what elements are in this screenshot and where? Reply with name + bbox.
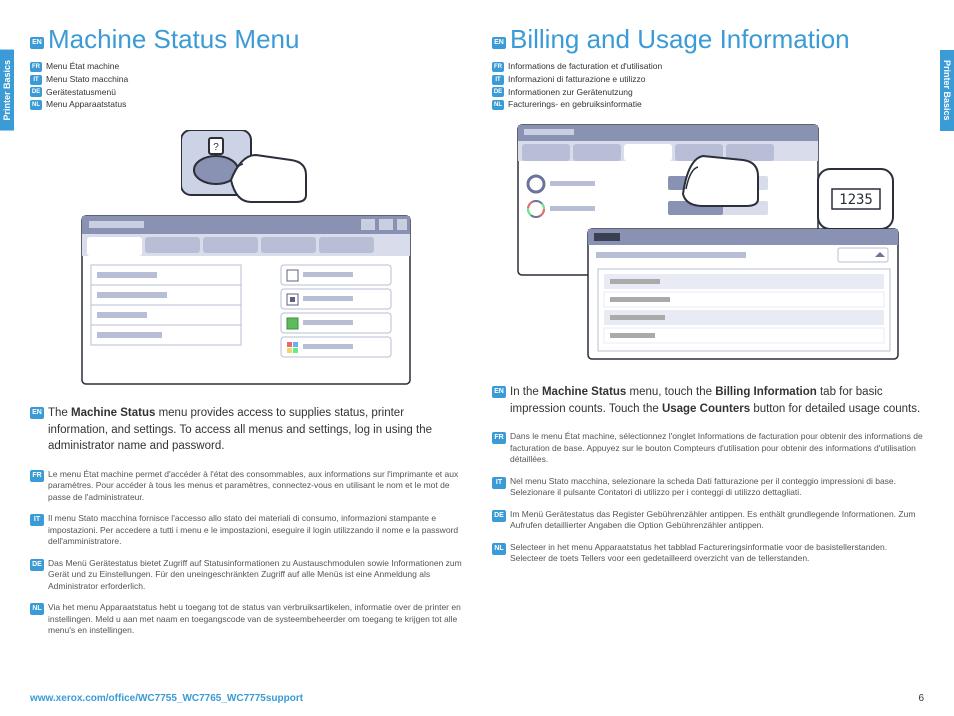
lang-badge: DE bbox=[30, 87, 42, 97]
translation-text: Via het menu Apparaatstatus hebt u toega… bbox=[48, 602, 461, 635]
lang-text: Menu Stato macchina bbox=[46, 74, 128, 84]
translation-text: Selecteer in het menu Apparaatstatus het… bbox=[510, 542, 887, 563]
translation-text: Dans le menu État machine, sélectionnez … bbox=[510, 431, 923, 464]
lang-badge: FR bbox=[492, 62, 504, 72]
footer: www.xerox.com/office/WC7755_WC7765_WC777… bbox=[30, 693, 924, 704]
footer-page-number: 6 bbox=[918, 693, 924, 704]
translation-text: Im Menü Gerätestatus das Register Gebühr… bbox=[510, 509, 915, 530]
side-tab-left: Printer Basics bbox=[0, 50, 14, 131]
lang-text: Informationen zur Gerätenutzung bbox=[508, 87, 633, 97]
bold-text: Machine Status bbox=[542, 386, 626, 398]
title-text: Billing and Usage Information bbox=[510, 24, 850, 54]
translation-text: Das Menü Gerätestatus bietet Zugriff auf… bbox=[48, 558, 462, 591]
lang-badge-en: EN bbox=[30, 37, 44, 49]
screen-mockup-left bbox=[30, 215, 462, 385]
lang-badge: DE bbox=[492, 510, 506, 522]
text: The bbox=[48, 407, 71, 419]
side-tab-right: Printer Basics bbox=[940, 50, 954, 131]
bold-text: Machine Status bbox=[71, 407, 155, 419]
lang-badge: NL bbox=[492, 543, 506, 555]
translation-text: Nel menu Stato macchina, selezionare la … bbox=[510, 476, 896, 497]
lang-badge: IT bbox=[30, 75, 42, 85]
right-column: EN Billing and Usage Information FR Inform… bbox=[492, 24, 924, 706]
translation-nl: NL Selecteer in het menu Apparaatstatus h… bbox=[492, 542, 924, 565]
section-title-right: EN Billing and Usage Information bbox=[492, 24, 924, 55]
lang-badge-en: EN bbox=[492, 386, 506, 398]
lang-list-right: FR Informations de facturation et d'utili… bbox=[492, 61, 924, 112]
translation-it: IT Il menu Stato macchina fornisce l'acce… bbox=[30, 513, 462, 547]
translation-fr: FR Dans le menu État machine, sélectionne… bbox=[492, 431, 924, 465]
text: menu, touch the bbox=[626, 386, 715, 398]
text: In the bbox=[510, 386, 542, 398]
bold-text: Billing Information bbox=[715, 386, 817, 398]
lang-badge: FR bbox=[30, 62, 42, 72]
lang-badge-en: EN bbox=[492, 37, 506, 49]
lang-badge: NL bbox=[30, 100, 42, 110]
lang-badge: NL bbox=[492, 100, 504, 110]
translation-fr: FR Le menu État machine permet d'accéder … bbox=[30, 469, 462, 503]
lang-text: Facturerings- en gebruiksinformatie bbox=[508, 99, 642, 109]
lang-badge: FR bbox=[492, 432, 506, 444]
svg-text:?: ? bbox=[213, 142, 219, 153]
lang-text: Informazioni di fatturazione e utilizzo bbox=[508, 74, 646, 84]
screen-mockup-right: 1235 bbox=[492, 124, 924, 364]
lang-text: Gerätestatusmenü bbox=[46, 87, 116, 97]
lang-badge: IT bbox=[30, 514, 44, 526]
lang-badge-en: EN bbox=[30, 407, 44, 419]
translation-text: Il menu Stato macchina fornisce l'access… bbox=[48, 513, 458, 546]
translation-nl: NL Via het menu Apparaatstatus hebt u toe… bbox=[30, 602, 462, 636]
lang-text: Informations de facturation et d'utilisa… bbox=[508, 61, 662, 71]
counter-display: 1235 bbox=[839, 192, 873, 208]
left-column: EN Machine Status Menu FR Menu État machin… bbox=[30, 24, 462, 706]
translation-de: DE Im Menü Gerätestatus das Register Gebü… bbox=[492, 509, 924, 532]
title-text: Machine Status Menu bbox=[48, 24, 299, 54]
lang-badge: NL bbox=[30, 603, 44, 615]
lang-text: Menu État machine bbox=[46, 61, 119, 71]
lang-badge: DE bbox=[492, 87, 504, 97]
lang-badge: IT bbox=[492, 477, 506, 489]
lang-badge: IT bbox=[492, 75, 504, 85]
text: button for detailed usage counts. bbox=[750, 403, 920, 415]
hand-press-illustration: ? bbox=[30, 130, 462, 205]
lang-badge: DE bbox=[30, 559, 44, 571]
main-description-left: EN The Machine Status menu provides acce… bbox=[30, 405, 462, 455]
section-title-left: EN Machine Status Menu bbox=[30, 24, 462, 55]
lang-text: Menu Apparaatstatus bbox=[46, 99, 126, 109]
hand-icon bbox=[683, 156, 758, 206]
bold-text: Usage Counters bbox=[662, 403, 750, 415]
main-description-right: EN In the Machine Status menu, touch the… bbox=[492, 384, 924, 417]
lang-badge: FR bbox=[30, 470, 44, 482]
translation-it: IT Nel menu Stato macchina, selezionare l… bbox=[492, 476, 924, 499]
translation-de: DE Das Menü Gerätestatus bietet Zugriff a… bbox=[30, 558, 462, 592]
lang-list-left: FR Menu État machine IT Menu Stato macchin… bbox=[30, 61, 462, 112]
translation-text: Le menu État machine permet d'accéder à … bbox=[48, 469, 458, 502]
footer-link[interactable]: www.xerox.com/office/WC7755_WC7765_WC777… bbox=[30, 693, 303, 704]
